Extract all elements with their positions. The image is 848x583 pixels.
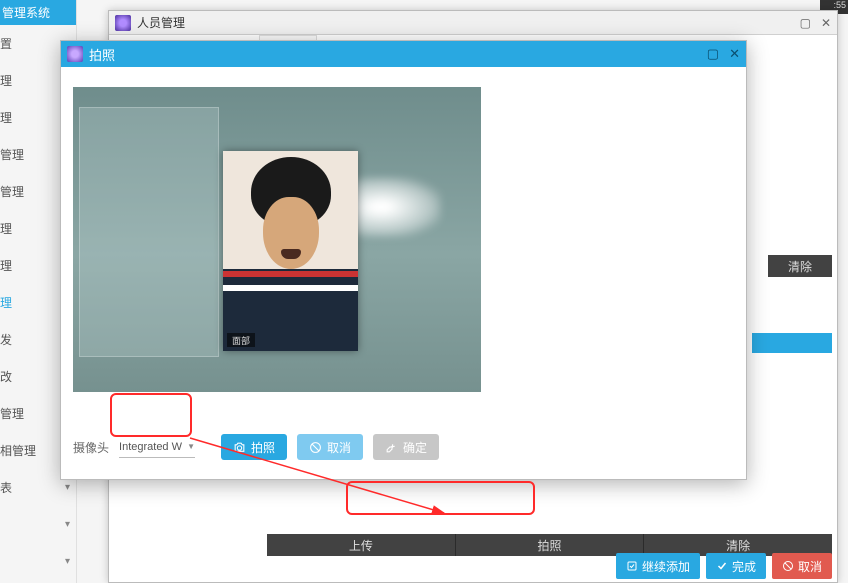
wrench-icon	[385, 441, 398, 454]
dialog-capture: 拍照 ▢ ✕ 面部 摄像头 Integrated W ▼	[60, 40, 747, 480]
camera-select-value: Integrated W	[119, 441, 182, 453]
upload-button[interactable]: 上传	[267, 534, 456, 556]
sidebar-item-label: 改	[0, 368, 12, 385]
window-title: 人员管理	[137, 14, 185, 31]
sidebar-item-label: 发	[0, 331, 12, 348]
button-label: 完成	[732, 558, 756, 575]
edit-icon	[626, 560, 638, 572]
sidebar-item-label: 理	[0, 220, 12, 237]
dialog-title: 拍照	[89, 45, 115, 64]
button-label: 确定	[403, 439, 427, 456]
background-door	[79, 107, 219, 357]
sidebar-item-label: 管理	[0, 183, 24, 200]
face-crop-frame: 面部	[223, 151, 358, 351]
maximize-icon[interactable]: ▢	[800, 16, 811, 30]
clothing-stripe	[223, 271, 358, 277]
continue-add-button[interactable]: 继续添加	[616, 553, 700, 579]
dialog-cancel-button[interactable]: 取消	[297, 434, 363, 460]
camera-preview: 面部	[73, 87, 481, 392]
check-icon	[716, 560, 728, 572]
clothing-stripe	[223, 285, 358, 291]
app-title: 管理系统	[0, 0, 76, 25]
sidebar-item-13[interactable]: ▾	[0, 506, 76, 543]
camera-icon	[233, 441, 246, 454]
sidebar-item-label: 表	[0, 479, 12, 496]
dialog-ok-button[interactable]: 确定	[373, 434, 439, 460]
close-icon[interactable]: ✕	[821, 16, 831, 30]
sidebar-item-label: 理	[0, 257, 12, 274]
done-button[interactable]: 完成	[706, 553, 766, 579]
sidebar-item-label: 管理	[0, 405, 24, 422]
dialog-capture-button[interactable]: 拍照	[221, 434, 287, 460]
face-tag: 面部	[227, 333, 255, 347]
sidebar-item-label: 管理	[0, 146, 24, 163]
section-divider	[752, 333, 832, 353]
chevron-down-icon: ▾	[65, 482, 70, 493]
clear-upper-button[interactable]: 清除	[768, 255, 832, 277]
app-logo-icon	[67, 46, 83, 62]
button-label: 拍照	[251, 439, 275, 456]
chevron-down-icon: ▾	[65, 556, 70, 567]
sidebar-item-label: 理	[0, 72, 12, 89]
app-logo-icon	[115, 15, 131, 31]
close-icon[interactable]: ✕	[729, 46, 740, 62]
camera-label: 摄像头	[73, 439, 109, 456]
person-mouth	[281, 249, 301, 259]
button-label: 取消	[327, 439, 351, 456]
footer-actions: 继续添加 完成 取消	[616, 553, 832, 579]
chevron-down-icon: ▾	[65, 519, 70, 530]
sidebar-item-label: 相管理	[0, 442, 36, 459]
dialog-titlebar[interactable]: 拍照 ▢ ✕	[61, 41, 746, 67]
sidebar-item-14[interactable]: ▾	[0, 543, 76, 580]
dialog-body: 面部	[61, 67, 746, 404]
sidebar-item-label: 理	[0, 109, 12, 126]
forbid-icon	[782, 560, 794, 572]
window-titlebar[interactable]: 人员管理 ▢ ✕	[109, 11, 837, 35]
forbid-icon	[309, 441, 322, 454]
dropdown-triangle-icon: ▼	[187, 442, 195, 451]
sidebar-item-label: 理	[0, 294, 12, 311]
button-label: 取消	[798, 558, 822, 575]
maximize-icon[interactable]: ▢	[707, 46, 719, 62]
camera-select[interactable]: Integrated W ▼	[119, 436, 195, 458]
button-label: 继续添加	[642, 558, 690, 575]
sidebar-item-label: 置	[0, 35, 12, 52]
dialog-controls: 摄像头 Integrated W ▼ 拍照 取消 确定	[73, 427, 734, 467]
cancel-footer-button[interactable]: 取消	[772, 553, 832, 579]
